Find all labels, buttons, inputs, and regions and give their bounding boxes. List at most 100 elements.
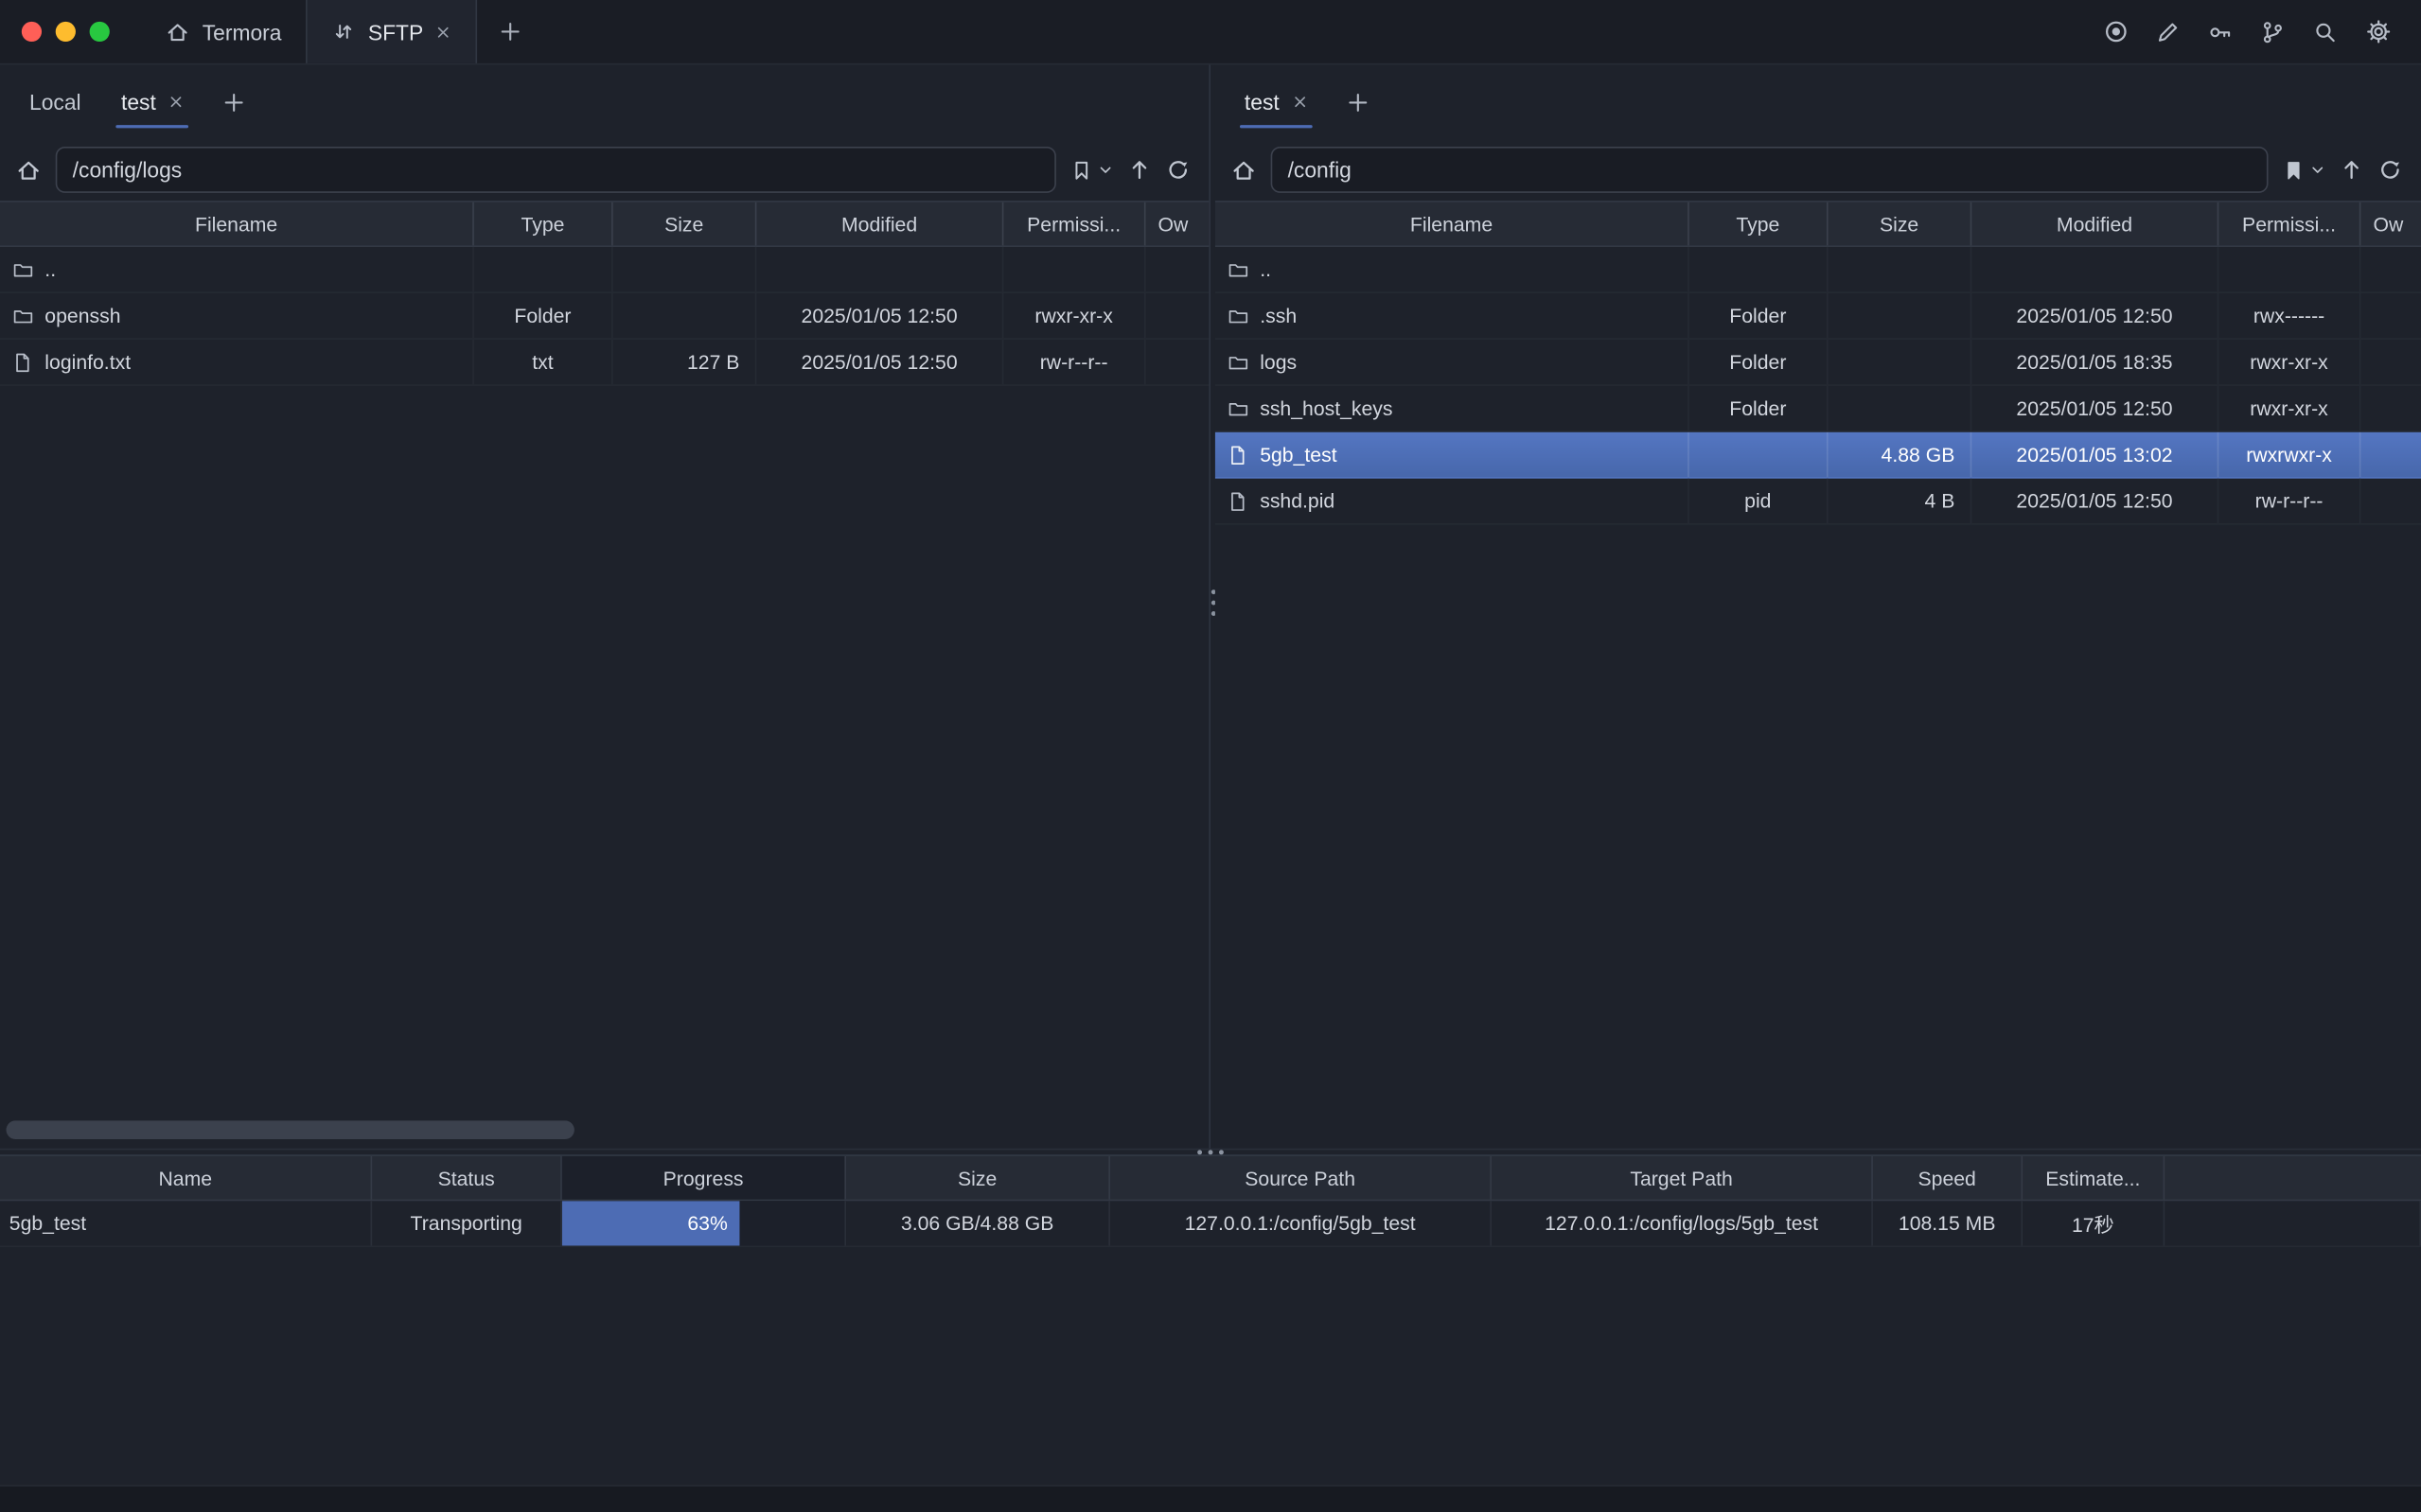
settings-icon[interactable]	[2357, 10, 2400, 54]
key-icon[interactable]	[2199, 10, 2242, 54]
table-row[interactable]: ..	[0, 247, 1209, 293]
file-size: 127 B	[613, 340, 757, 384]
left-table-header: Filename Type Size Modified Permissi... …	[0, 201, 1209, 247]
file-name: sshd.pid	[1260, 489, 1334, 512]
transfer-target-path: 127.0.0.1:/config/logs/5gb_test	[1492, 1201, 1873, 1245]
column-header-type[interactable]: Type	[1689, 202, 1829, 246]
table-row[interactable]: loginfo.txt txt 127 B 2025/01/05 12:50 r…	[0, 340, 1209, 386]
file-size	[1829, 247, 1972, 291]
file-owner	[2360, 340, 2421, 384]
arrow-up-icon[interactable]	[1127, 157, 1152, 182]
right-tab-test[interactable]: test	[1225, 65, 1328, 139]
column-header-filename[interactable]: Filename	[1215, 202, 1689, 246]
file-type: Folder	[1689, 386, 1829, 431]
table-row[interactable]: logs Folder 2025/01/05 18:35 rwxr-xr-x	[1215, 340, 2421, 386]
transfer-panel-splitter[interactable]	[0, 1149, 2421, 1155]
arrow-up-icon[interactable]	[2340, 157, 2364, 182]
file-owner	[1145, 293, 1209, 338]
right-add-tab-button[interactable]	[1327, 65, 1387, 139]
file-size	[1829, 386, 1972, 431]
transfer-estimate: 17秒	[2023, 1201, 2165, 1245]
column-header-owner[interactable]: Ow	[2360, 202, 2421, 246]
column-header-estimate[interactable]: Estimate...	[2023, 1156, 2165, 1200]
table-row[interactable]: openssh Folder 2025/01/05 12:50 rwxr-xr-…	[0, 293, 1209, 340]
column-header-speed[interactable]: Speed	[1873, 1156, 2023, 1200]
file-size	[1829, 340, 1972, 384]
file-type: Folder	[1689, 340, 1829, 384]
column-header-owner[interactable]: Ow	[1145, 202, 1209, 246]
home-icon[interactable]	[15, 157, 42, 184]
file-permissions: rwxrwxr-x	[2218, 432, 2360, 477]
sftp-dual-pane: Local test	[0, 65, 2421, 1149]
column-header-modified[interactable]: Modified	[756, 202, 1003, 246]
file-owner	[2360, 432, 2421, 477]
titlebar-toolbar	[2094, 0, 2421, 63]
file-name: ..	[1260, 257, 1271, 280]
column-header-size[interactable]: Size	[613, 202, 757, 246]
table-row[interactable]: .ssh Folder 2025/01/05 12:50 rwx------	[1215, 293, 2421, 340]
new-tab-button[interactable]	[477, 0, 543, 63]
column-header-filename[interactable]: Filename	[0, 202, 474, 246]
close-icon[interactable]	[435, 24, 451, 39]
table-row[interactable]: sshd.pid pid 4 B 2025/01/05 12:50 rw-r--…	[1215, 479, 2421, 525]
transfer-speed: 108.15 MB	[1873, 1201, 2023, 1245]
search-icon[interactable]	[2304, 10, 2347, 54]
file-owner	[2360, 479, 2421, 523]
table-row-selected[interactable]: 5gb_test 4.88 GB 2025/01/05 13:02 rwxrwx…	[1215, 432, 2421, 479]
file-name: loginfo.txt	[44, 350, 131, 373]
file-type	[474, 247, 613, 291]
file-permissions	[1003, 247, 1145, 291]
progress-percent: 63%	[687, 1212, 727, 1235]
edit-icon[interactable]	[2147, 10, 2190, 54]
column-header-target-path[interactable]: Target Path	[1492, 1156, 1873, 1200]
folder-icon	[1228, 351, 1249, 373]
minimize-window-button[interactable]	[56, 22, 76, 42]
column-header-type[interactable]: Type	[474, 202, 613, 246]
refresh-icon[interactable]	[2377, 157, 2402, 182]
close-icon[interactable]	[1292, 95, 1307, 110]
chevron-down-icon[interactable]	[1098, 162, 1113, 177]
home-icon[interactable]	[1230, 157, 1257, 184]
column-header-status[interactable]: Status	[372, 1156, 562, 1200]
horizontal-scrollbar[interactable]	[7, 1120, 574, 1139]
transfer-name: 5gb_test	[0, 1201, 372, 1245]
left-path-input[interactable]	[56, 147, 1056, 193]
transfer-icon	[332, 20, 355, 43]
bookmark-filled-icon[interactable]	[2282, 158, 2305, 181]
transfer-table-header: Name Status Progress Size Source Path Ta…	[0, 1154, 2421, 1201]
refresh-icon[interactable]	[1166, 157, 1191, 182]
column-header-size[interactable]: Size	[846, 1156, 1110, 1200]
file-type: txt	[474, 340, 613, 384]
home-icon	[166, 19, 190, 44]
column-header-size[interactable]: Size	[1829, 202, 1972, 246]
column-header-modified[interactable]: Modified	[1971, 202, 2218, 246]
left-tab-local[interactable]: Local	[9, 65, 101, 139]
branch-icon[interactable]	[2252, 10, 2295, 54]
folder-icon	[1228, 305, 1249, 326]
file-name: logs	[1260, 350, 1297, 373]
transfer-row[interactable]: 5gb_test Transporting 63% 3.06 GB/4.88 G…	[0, 1201, 2421, 1247]
left-tab-test[interactable]: test	[101, 65, 204, 139]
column-header-name[interactable]: Name	[0, 1156, 372, 1200]
bookmark-icon[interactable]	[1070, 158, 1093, 181]
column-header-progress[interactable]: Progress	[562, 1156, 846, 1200]
record-icon[interactable]	[2094, 10, 2137, 54]
table-row[interactable]: ..	[1215, 247, 2421, 293]
close-icon[interactable]	[168, 95, 184, 110]
file-size: 4.88 GB	[1829, 432, 1972, 477]
transfer-progress-bar: 63%	[562, 1201, 846, 1245]
window-controls	[0, 0, 140, 63]
column-header-permissions[interactable]: Permissi...	[2218, 202, 2360, 246]
file-permissions: rwxr-xr-x	[2218, 340, 2360, 384]
chevron-down-icon[interactable]	[2310, 162, 2325, 177]
right-path-input[interactable]	[1271, 147, 2269, 193]
table-row[interactable]: ssh_host_keys Folder 2025/01/05 12:50 rw…	[1215, 386, 2421, 432]
tab-sftp[interactable]: SFTP	[307, 0, 478, 63]
left-add-tab-button[interactable]	[203, 65, 264, 139]
tab-termora[interactable]: Termora	[140, 0, 306, 63]
file-name: ssh_host_keys	[1260, 396, 1392, 419]
column-header-source-path[interactable]: Source Path	[1110, 1156, 1492, 1200]
zoom-window-button[interactable]	[90, 22, 110, 42]
close-window-button[interactable]	[22, 22, 42, 42]
column-header-permissions[interactable]: Permissi...	[1003, 202, 1145, 246]
